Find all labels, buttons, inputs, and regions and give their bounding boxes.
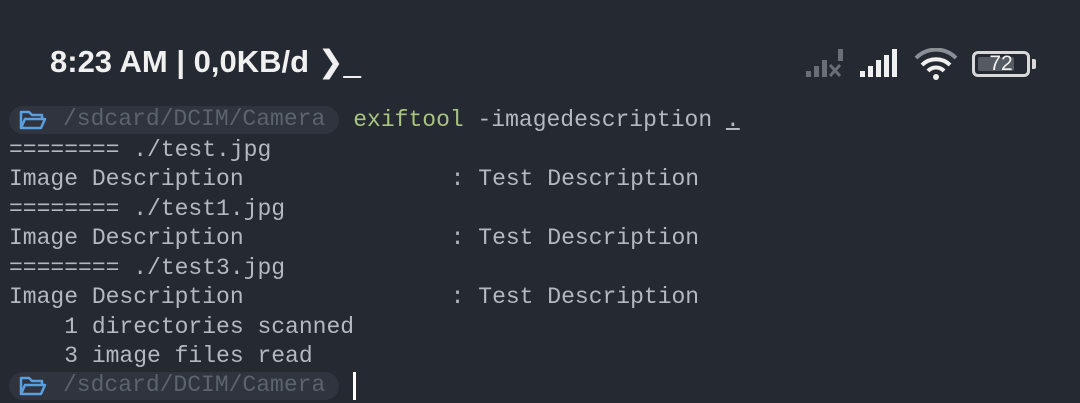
no-signal-icon bbox=[806, 49, 843, 78]
folder-icon bbox=[19, 376, 47, 395]
next-prompt-line[interactable]: /sdcard/DCIM/Camera bbox=[9, 371, 740, 402]
command-target: . bbox=[725, 107, 740, 133]
path-text: /sdcard/DCIM/Camera bbox=[63, 106, 326, 133]
path-pill: /sdcard/DCIM/Camera bbox=[9, 106, 340, 134]
folder-icon bbox=[19, 110, 47, 130]
prompt-line: /sdcard/DCIM/Camera exiftool -imagedescri… bbox=[9, 106, 740, 136]
signal-icon bbox=[860, 49, 897, 77]
separator: | bbox=[176, 44, 186, 79]
terminal-indicator-icon: ❯_ bbox=[317, 44, 361, 79]
command: exiftool bbox=[353, 107, 464, 133]
battery-level: 72 bbox=[989, 52, 1013, 75]
path-text: /sdcard/DCIM/Camera bbox=[63, 371, 326, 398]
command-args: -imagedescription bbox=[477, 107, 713, 133]
path-pill: /sdcard/DCIM/Camera bbox=[9, 371, 340, 400]
output-line: ======== ./test.jpg bbox=[9, 136, 272, 163]
terminal-output[interactable]: /sdcard/DCIM/Camera exiftool -imagedescri… bbox=[9, 106, 740, 401]
wifi-icon bbox=[914, 48, 958, 80]
output-line: 3 image files read bbox=[9, 343, 313, 369]
clock: 8:23 AM bbox=[50, 44, 168, 79]
output-line: Image Description : Test Description bbox=[9, 284, 700, 310]
data-rate: 0,0KB/d bbox=[193, 44, 310, 79]
output-line: ======== ./test1.jpg bbox=[9, 195, 286, 222]
battery-nub bbox=[1032, 59, 1036, 69]
status-bar-right: 72 bbox=[806, 48, 1036, 80]
output-line: ======== ./test3.jpg bbox=[9, 254, 286, 281]
battery-icon: 72 bbox=[972, 51, 1030, 77]
output-line: Image Description : Test Description bbox=[9, 166, 700, 192]
output-line: 1 directories scanned bbox=[9, 313, 355, 340]
status-bar-left: 8:23 AM | 0,0KB/d ❯_ bbox=[50, 44, 361, 80]
text-cursor bbox=[353, 371, 357, 400]
output-line: Image Description : Test Description bbox=[9, 225, 700, 251]
